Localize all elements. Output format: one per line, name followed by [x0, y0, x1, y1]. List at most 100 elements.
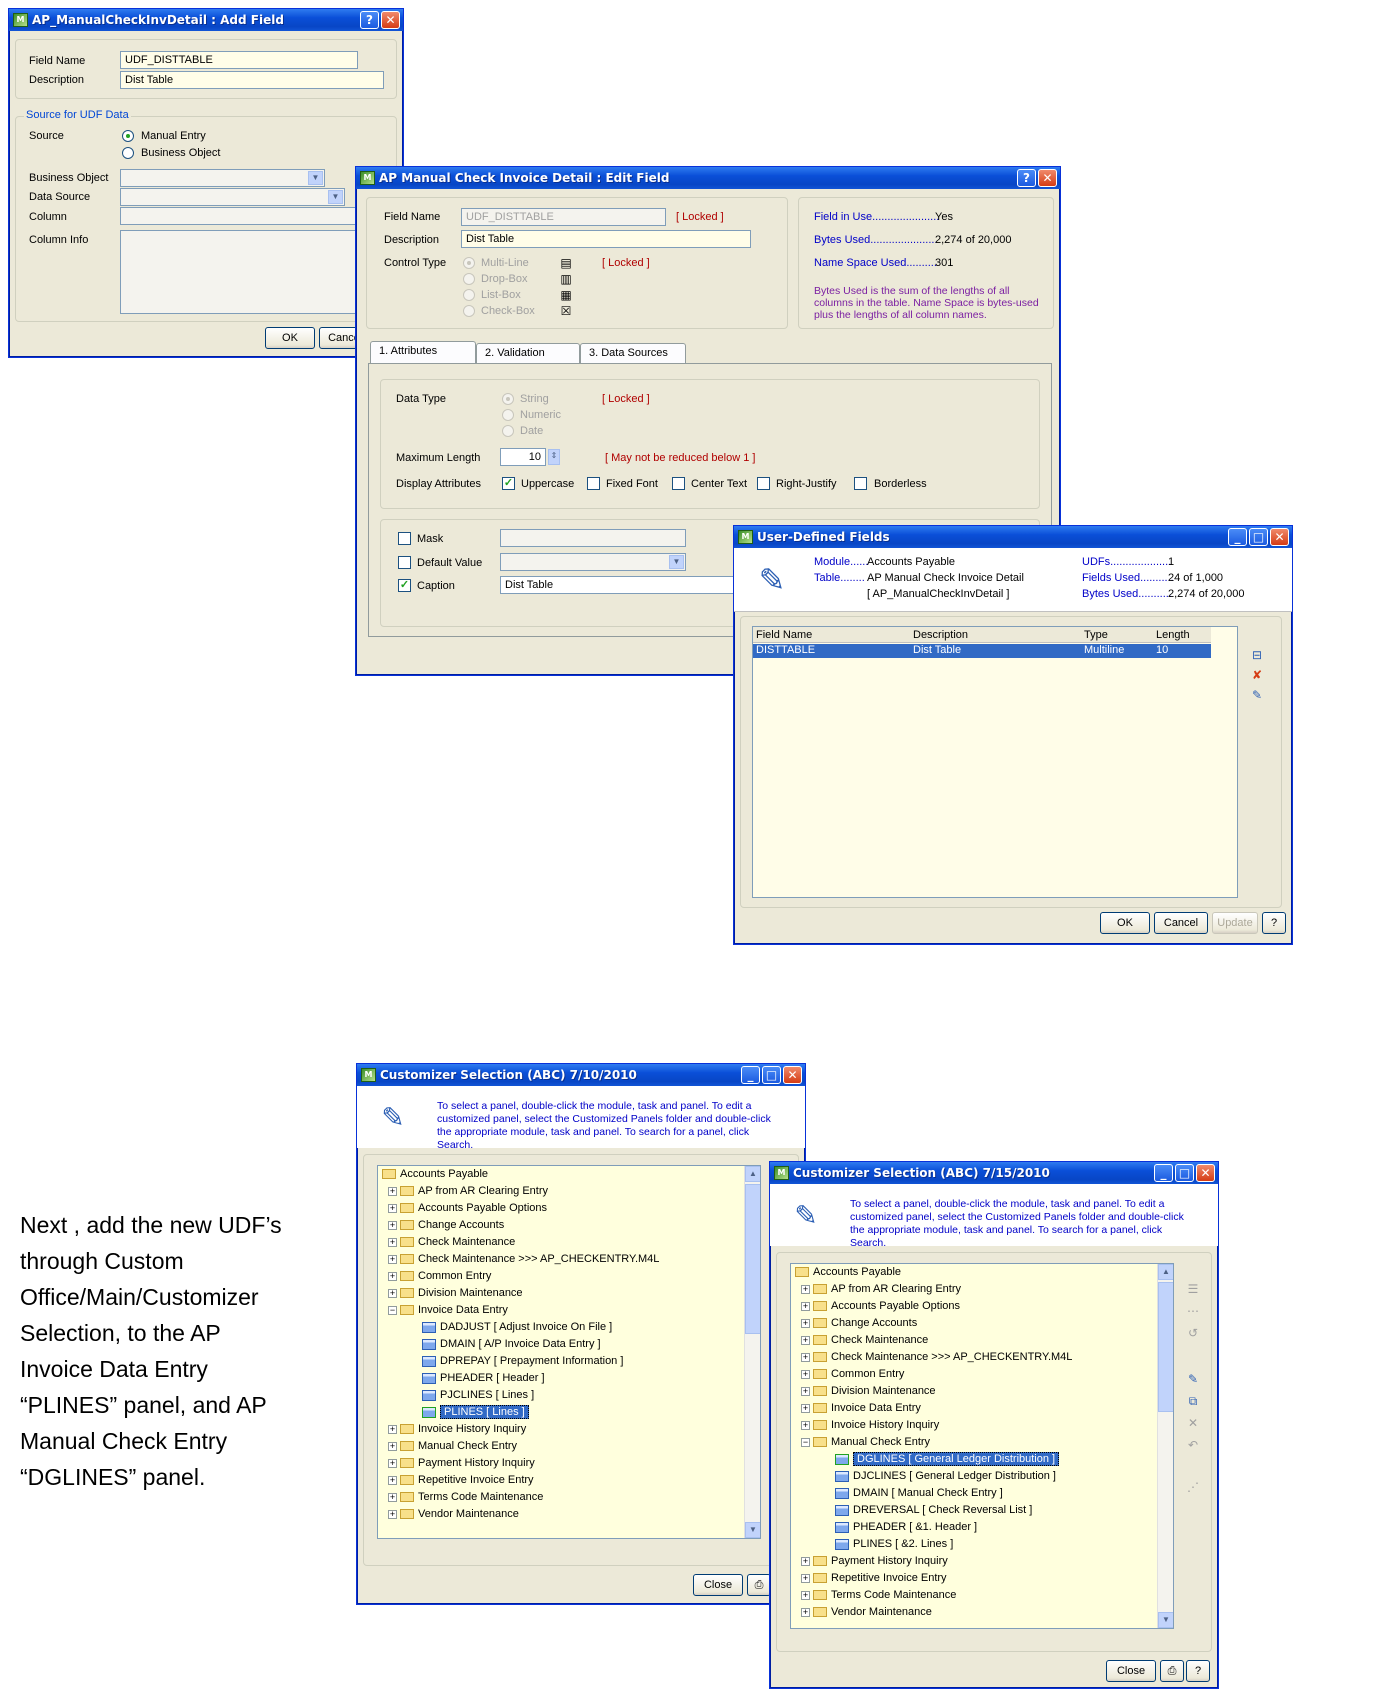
help-button[interactable]: ?: [1017, 169, 1036, 187]
maximize-button[interactable]: □: [1249, 528, 1268, 546]
panel-item[interactable]: PJCLINES [ Lines ]: [422, 1387, 534, 1404]
data-source-combo[interactable]: ▼: [120, 188, 345, 206]
delete-field-icon[interactable]: ✘: [1250, 668, 1264, 682]
tree-item[interactable]: + Payment History Inquiry: [388, 1455, 535, 1472]
business-object-radio[interactable]: [122, 147, 134, 159]
tree-item[interactable]: + Check Maintenance: [801, 1332, 928, 1349]
tree-item[interactable]: + AP from AR Clearing Entry: [388, 1183, 548, 1200]
close-button[interactable]: Close: [693, 1574, 743, 1596]
edit-field-titlebar[interactable]: M AP Manual Check Invoice Detail : Edit …: [356, 167, 1060, 189]
description-input[interactable]: Dist Table: [461, 230, 751, 248]
minimize-button[interactable]: _: [1154, 1164, 1173, 1182]
panel-item[interactable]: DREVERSAL [ Check Reversal List ]: [835, 1502, 1032, 1519]
tree-item[interactable]: + Terms Code Maintenance: [388, 1489, 543, 1506]
scroll-thumb[interactable]: [1158, 1282, 1173, 1412]
col-description[interactable]: Description: [913, 629, 968, 641]
scroll-thumb[interactable]: [745, 1184, 760, 1334]
panel-item[interactable]: DMAIN [ A/P Invoice Data Entry ]: [422, 1336, 601, 1353]
tree-item[interactable]: + Vendor Maintenance: [801, 1604, 932, 1621]
close-button[interactable]: ✕: [1038, 169, 1057, 187]
tree-scrollbar[interactable]: ▲ ▼: [1157, 1264, 1173, 1628]
uppercase-checkbox[interactable]: ✓: [502, 477, 515, 490]
tree-item[interactable]: + Payment History Inquiry: [801, 1553, 948, 1570]
panel-item-selected[interactable]: DGLINES [ General Ledger Distribution ]: [835, 1451, 1060, 1468]
tree-item[interactable]: + Manual Check Entry: [388, 1438, 517, 1455]
close-button[interactable]: Close: [1106, 1660, 1156, 1682]
tree-root[interactable]: Accounts Payable: [382, 1166, 488, 1183]
tree-item[interactable]: + Accounts Payable Options: [388, 1200, 547, 1217]
scroll-down-icon[interactable]: ▼: [745, 1522, 760, 1538]
tree-item[interactable]: + Check Maintenance >>> AP_CHECKENTRY.M4L: [388, 1251, 659, 1268]
panel-item[interactable]: DADJUST [ Adjust Invoice On File ]: [422, 1319, 612, 1336]
scroll-up-icon[interactable]: ▲: [1158, 1264, 1173, 1280]
tree-item[interactable]: + Division Maintenance: [801, 1383, 936, 1400]
panel-item-selected[interactable]: PLINES [ Lines ]: [422, 1404, 529, 1421]
manual-entry-radio[interactable]: [122, 130, 134, 142]
tab-attributes[interactable]: 1. Attributes: [370, 341, 476, 363]
help-button[interactable]: ?: [1186, 1660, 1210, 1682]
column-combo[interactable]: [120, 207, 360, 225]
help-button[interactable]: ?: [360, 11, 379, 29]
panel-item[interactable]: PHEADER [ Header ]: [422, 1370, 545, 1387]
tree-item[interactable]: + Repetitive Invoice Entry: [388, 1472, 534, 1489]
col-field-name[interactable]: Field Name: [756, 629, 812, 641]
tree-item[interactable]: + Accounts Payable Options: [801, 1298, 960, 1315]
fixed-font-checkbox[interactable]: [587, 477, 600, 490]
customize-icon[interactable]: ✎: [1186, 1372, 1200, 1386]
print-button[interactable]: ⎙: [747, 1574, 771, 1596]
tree-item[interactable]: + Common Entry: [801, 1366, 904, 1383]
panel-item[interactable]: DMAIN [ Manual Check Entry ]: [835, 1485, 1003, 1502]
tree-item[interactable]: + Invoice History Inquiry: [801, 1417, 939, 1434]
minimize-button[interactable]: _: [741, 1066, 760, 1084]
table-row[interactable]: DISTTABLE Dist Table Multiline 10: [753, 644, 1211, 658]
customizer-1-titlebar[interactable]: M Customizer Selection (ABC) 7/10/2010 _…: [357, 1064, 805, 1086]
close-button[interactable]: ✕: [1196, 1164, 1215, 1182]
edit-field-icon[interactable]: ✎: [1250, 688, 1264, 702]
business-object-combo[interactable]: ▼: [120, 169, 325, 187]
panel-item[interactable]: PHEADER [ &1. Header ]: [835, 1519, 977, 1536]
tree-tool-icon[interactable]: ⋰: [1186, 1480, 1200, 1494]
tree-item[interactable]: + AP from AR Clearing Entry: [801, 1281, 961, 1298]
default-value-checkbox[interactable]: [398, 556, 411, 569]
add-field-icon[interactable]: ⊟: [1250, 648, 1264, 662]
tree-item[interactable]: + Division Maintenance: [388, 1285, 523, 1302]
description-input[interactable]: Dist Table: [120, 71, 384, 89]
maximize-button[interactable]: □: [762, 1066, 781, 1084]
center-text-checkbox[interactable]: [672, 477, 685, 490]
col-length[interactable]: Length: [1156, 629, 1190, 641]
minimize-button[interactable]: _: [1228, 528, 1247, 546]
tree-item[interactable]: + Change Accounts: [388, 1217, 504, 1234]
ok-button[interactable]: OK: [265, 327, 315, 349]
mask-input[interactable]: [500, 529, 686, 547]
close-button[interactable]: ✕: [381, 11, 400, 29]
undo-icon[interactable]: ↶: [1186, 1438, 1200, 1452]
tree-scrollbar[interactable]: ▲ ▼: [744, 1166, 760, 1538]
caption-checkbox[interactable]: ✓: [398, 579, 411, 592]
tree-item[interactable]: + Invoice History Inquiry: [388, 1421, 526, 1438]
print-button[interactable]: ⎙: [1160, 1660, 1184, 1682]
mask-checkbox[interactable]: [398, 532, 411, 545]
ok-button[interactable]: OK: [1100, 912, 1150, 934]
tree-item-open[interactable]: − Manual Check Entry: [801, 1434, 930, 1451]
max-length-input[interactable]: 10: [500, 448, 546, 466]
panel-tree-2[interactable]: Accounts Payable + AP from AR Clearing En…: [790, 1263, 1174, 1629]
panel-tree-1[interactable]: Accounts Payable + AP from AR Clearing En…: [377, 1165, 761, 1539]
field-name-input[interactable]: UDF_DISTTABLE: [120, 51, 358, 69]
default-value-combo[interactable]: ▼: [500, 553, 686, 571]
spinner-icon[interactable]: ⇕: [548, 449, 560, 465]
help-button[interactable]: ?: [1262, 912, 1286, 934]
panel-item[interactable]: DPREPAY [ Prepayment Information ]: [422, 1353, 623, 1370]
close-button[interactable]: ✕: [1270, 528, 1289, 546]
borderless-checkbox[interactable]: [854, 477, 867, 490]
tree-item[interactable]: + Vendor Maintenance: [388, 1506, 519, 1523]
tree-tool-icon[interactable]: ↺: [1186, 1326, 1200, 1340]
customizer-2-titlebar[interactable]: M Customizer Selection (ABC) 7/15/2010 _…: [770, 1162, 1218, 1184]
tree-item[interactable]: + Check Maintenance >>> AP_CHECKENTRY.M4L: [801, 1349, 1072, 1366]
update-button[interactable]: Update: [1212, 912, 1258, 934]
tree-tool-icon[interactable]: ☰: [1186, 1282, 1200, 1296]
maximize-button[interactable]: □: [1175, 1164, 1194, 1182]
tree-item-open[interactable]: − Invoice Data Entry: [388, 1302, 508, 1319]
udf-titlebar[interactable]: M User-Defined Fields _ □ ✕: [734, 526, 1292, 548]
panel-item[interactable]: DJCLINES [ General Ledger Distribution ]: [835, 1468, 1056, 1485]
tab-validation[interactable]: 2. Validation: [476, 343, 580, 365]
